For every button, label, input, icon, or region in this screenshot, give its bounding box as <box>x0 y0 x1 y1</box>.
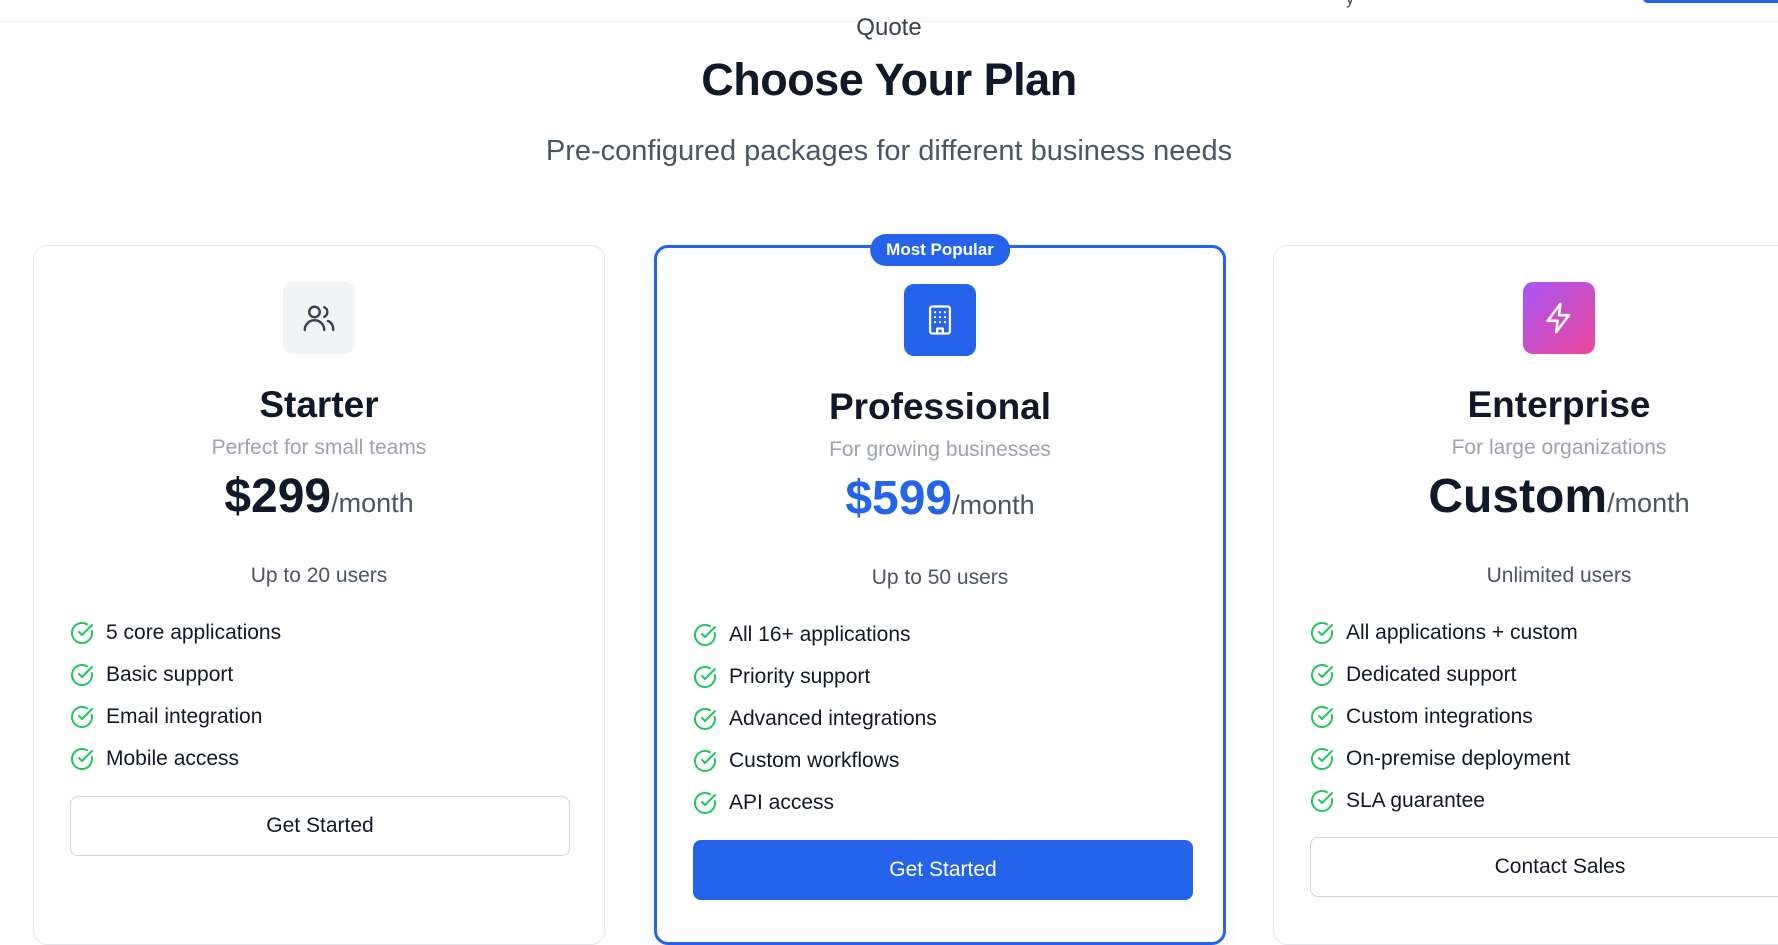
feature-list: 5 core applications Basic support Email … <box>70 612 570 780</box>
page-subtitle: Pre-configured packages for different bu… <box>545 135 1233 167</box>
plan-card-enterprise: Enterprise For large organizations Custo… <box>1273 245 1778 945</box>
check-circle-icon <box>693 623 717 647</box>
get-started-button[interactable]: Get Started <box>70 796 570 856</box>
feature-list: All 16+ applications Priority support Ad… <box>693 614 1193 824</box>
plan-user-limit: Up to 20 users <box>250 564 388 587</box>
price-period: /month <box>1607 488 1690 518</box>
price-amount: Custom <box>1428 470 1608 523</box>
feature-item: Custom workflows <box>693 740 1193 782</box>
page-title: Choose Your Plan <box>701 54 1077 105</box>
feature-item: Custom integrations <box>1310 696 1778 738</box>
check-circle-icon <box>693 665 717 689</box>
check-circle-icon <box>693 749 717 773</box>
feature-item: Basic support <box>70 654 570 696</box>
plan-user-limit: Up to 50 users <box>871 566 1009 589</box>
feature-item: Dedicated support <box>1310 654 1778 696</box>
plan-user-limit: Unlimited users <box>1486 564 1632 587</box>
most-popular-badge: Most Popular <box>870 234 1010 266</box>
check-circle-icon <box>1310 747 1334 771</box>
plan-tagline: Perfect for small teams <box>211 436 427 459</box>
feature-label: Dedicated support <box>1346 663 1517 686</box>
feature-list: All applications + custom Dedicated supp… <box>1310 612 1778 822</box>
feature-label: All applications + custom <box>1346 621 1578 644</box>
check-circle-icon <box>1310 663 1334 687</box>
feature-item: Mobile access <box>70 738 570 780</box>
feature-item: 5 core applications <box>70 612 570 654</box>
check-circle-icon <box>70 747 94 771</box>
get-started-button[interactable]: Get Started <box>693 840 1193 900</box>
feature-item: Email integration <box>70 696 570 738</box>
feature-label: API access <box>729 791 835 814</box>
feature-label: On-premise deployment <box>1346 747 1571 770</box>
feature-item: All applications + custom <box>1310 612 1778 654</box>
feature-label: Custom workflows <box>729 749 900 772</box>
check-circle-icon <box>1310 789 1334 813</box>
feature-label: Priority support <box>729 665 871 688</box>
feature-label: Mobile access <box>106 747 240 770</box>
price-amount: $599 <box>845 472 953 525</box>
plan-price: $299/month <box>34 469 604 524</box>
feature-item: Priority support <box>693 656 1193 698</box>
lightning-icon <box>1523 282 1595 354</box>
contact-sales-button[interactable]: Contact Sales <box>1310 837 1778 897</box>
users-icon <box>283 282 355 354</box>
feature-label: SLA guarantee <box>1346 789 1485 812</box>
price-amount: $299 <box>224 470 332 523</box>
check-circle-icon <box>1310 705 1334 729</box>
plan-tagline: For large organizations <box>1451 436 1667 459</box>
plan-price: $599/month <box>657 471 1223 526</box>
feature-label: 5 core applications <box>106 621 282 644</box>
feature-label: Custom integrations <box>1346 705 1533 728</box>
building-icon <box>904 284 976 356</box>
feature-item: On-premise deployment <box>1310 738 1778 780</box>
plan-name: Enterprise <box>1467 384 1651 425</box>
plan-name: Professional <box>828 386 1052 427</box>
check-circle-icon <box>693 707 717 731</box>
check-circle-icon <box>70 621 94 645</box>
nav-cta-button[interactable] <box>1643 0 1778 3</box>
check-circle-icon <box>70 705 94 729</box>
check-circle-icon <box>1310 621 1334 645</box>
plan-card-starter: Starter Perfect for small teams $299/mon… <box>33 245 605 945</box>
nav-link[interactable]: y <box>1346 0 1354 9</box>
feature-item: SLA guarantee <box>1310 780 1778 822</box>
plan-card-professional: Most Popular Professional For growing bu… <box>654 234 1226 945</box>
feature-label: Email integration <box>106 705 263 728</box>
section-eyebrow: Quote <box>856 14 922 41</box>
plan-tagline: For growing businesses <box>829 438 1051 461</box>
feature-item: API access <box>693 782 1193 824</box>
plan-name: Starter <box>259 384 379 425</box>
feature-label: All 16+ applications <box>729 623 911 646</box>
feature-item: All 16+ applications <box>693 614 1193 656</box>
feature-item: Advanced integrations <box>693 698 1193 740</box>
check-circle-icon <box>693 791 717 815</box>
feature-label: Advanced integrations <box>729 707 937 730</box>
price-period: /month <box>952 490 1035 520</box>
price-period: /month <box>331 488 414 518</box>
feature-label: Basic support <box>106 663 234 686</box>
plan-price: Custom/month <box>1274 469 1778 524</box>
check-circle-icon <box>70 663 94 687</box>
